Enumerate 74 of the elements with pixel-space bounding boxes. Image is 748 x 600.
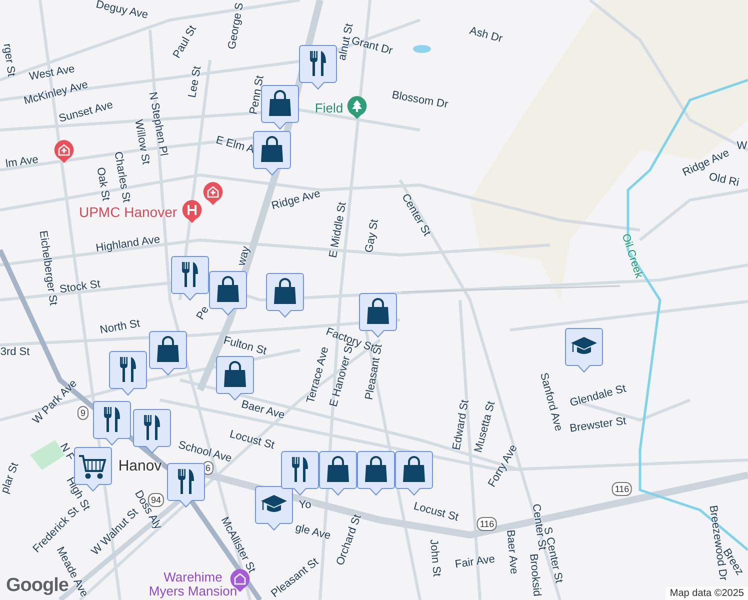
street-label: Baer Ave xyxy=(240,398,286,422)
street-label: gle Ave xyxy=(294,522,332,542)
shopping-pin[interactable] xyxy=(209,271,247,317)
street-label: lm Ave xyxy=(4,154,40,170)
street-label: E Elm A xyxy=(214,134,256,156)
town-label: Hanov xyxy=(118,458,162,474)
hospital-icon[interactable] xyxy=(182,200,202,223)
street-label: Edward St xyxy=(450,398,472,452)
creek-label: Oil Creek xyxy=(619,232,645,280)
hospital-label: UPMC Hanover xyxy=(78,204,178,220)
street-label: North St xyxy=(99,318,141,336)
street-label: E Middle St xyxy=(327,201,349,259)
shopping-pin[interactable] xyxy=(357,451,395,497)
school-pin[interactable] xyxy=(255,486,293,532)
street-label: John St xyxy=(427,538,443,578)
street-label: 3rd St xyxy=(0,346,30,358)
street-label: Eichelberger St xyxy=(36,230,60,306)
street-label: Highland Ave xyxy=(95,234,161,254)
street-label: W xyxy=(736,140,748,152)
street-label: Stock St xyxy=(58,278,102,296)
shopping-pin[interactable] xyxy=(261,85,299,131)
restaurant-pin[interactable] xyxy=(109,351,147,397)
park-label: Field xyxy=(314,100,344,116)
restaurant-pin[interactable] xyxy=(281,451,319,497)
street-label: Ash Dr xyxy=(468,24,504,46)
street-label: Fair Ave xyxy=(454,553,496,571)
street-label: Brewster St xyxy=(569,415,627,435)
street-label: Willow St xyxy=(132,118,152,166)
street-label: Grant Dr xyxy=(350,34,394,58)
street-label: Pe xyxy=(194,304,212,322)
restaurant-pin[interactable] xyxy=(133,409,171,455)
pond-drawing xyxy=(413,45,431,53)
street-label: rger St xyxy=(0,42,18,78)
landmark-label: Warehime Myers Mansion xyxy=(148,570,238,600)
street-label: Sanford Ave xyxy=(537,372,565,432)
street-label: Gay St xyxy=(363,218,381,254)
shopping-pin[interactable] xyxy=(266,273,304,319)
street-label: Glendale St xyxy=(568,382,628,410)
shopping-pin[interactable] xyxy=(216,356,254,402)
route-shield: 9 xyxy=(78,406,88,420)
route-shield: 116 xyxy=(612,482,632,496)
street-label: Charles St xyxy=(112,150,132,204)
attribution-text: Map data ©2025 xyxy=(666,587,748,600)
street-label: Locust St xyxy=(412,500,460,524)
restaurant-pin[interactable] xyxy=(299,45,337,91)
route-shield: 94 xyxy=(148,493,164,507)
street-label: Ridge Ave xyxy=(270,188,322,212)
street-label: Deguy Ave xyxy=(94,0,150,22)
route-shield: 116 xyxy=(476,517,498,531)
street-label: Lee St xyxy=(186,65,204,99)
school-pin[interactable] xyxy=(565,328,603,374)
street-label: George S xyxy=(226,2,246,50)
tree-icon[interactable] xyxy=(347,96,367,119)
shopping-pin[interactable] xyxy=(253,131,291,177)
street-label: Old Ri xyxy=(708,170,740,190)
hospital-icon[interactable] xyxy=(203,182,223,205)
street-label: Musetta St xyxy=(472,400,498,454)
street-label: Fulton St xyxy=(222,334,268,358)
street-label: plar St xyxy=(0,461,22,495)
street-label: way xyxy=(236,245,252,267)
restaurant-pin[interactable] xyxy=(93,401,131,447)
restaurant-pin[interactable] xyxy=(167,463,205,509)
shopping-pin[interactable] xyxy=(395,451,433,497)
street-label: Brooksid xyxy=(527,553,543,597)
google-logo: Google xyxy=(6,575,68,597)
street-label: Penn St xyxy=(248,74,266,116)
shopping-pin[interactable] xyxy=(319,451,357,497)
restaurant-pin[interactable] xyxy=(171,256,209,302)
street-label: Yo xyxy=(298,499,312,511)
street-label: Baer Ave xyxy=(504,529,520,575)
shopping-pin[interactable] xyxy=(149,331,187,377)
street-label: Oak St xyxy=(94,166,112,202)
street-label: Blossom Dr xyxy=(390,89,450,111)
hospital-icon[interactable] xyxy=(54,140,74,163)
